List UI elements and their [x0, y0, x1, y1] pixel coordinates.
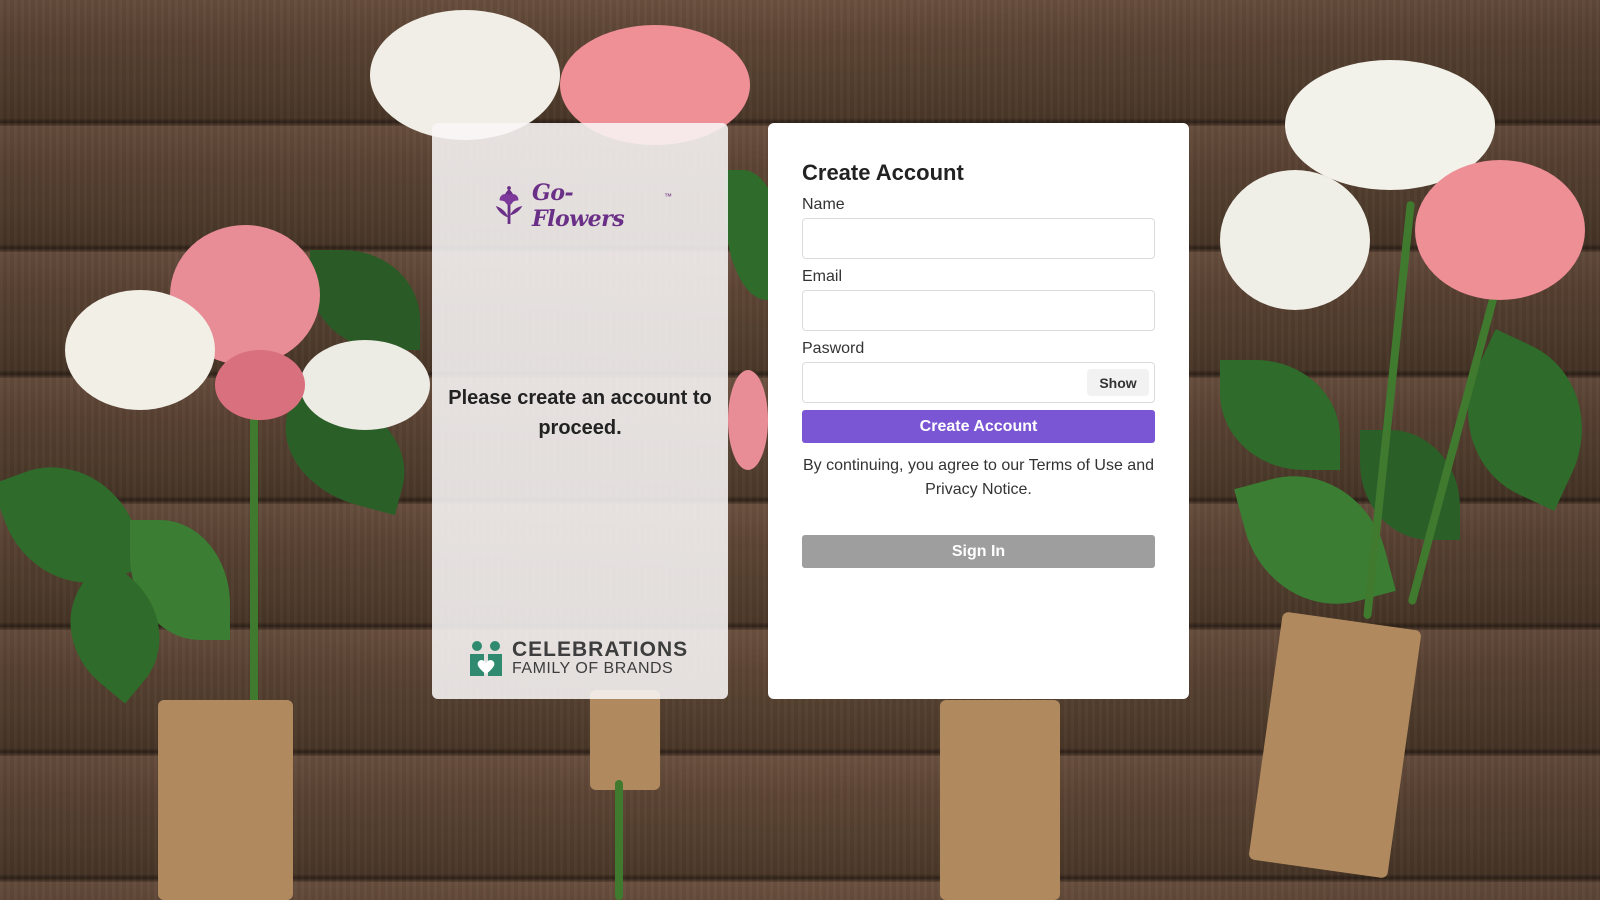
email-input[interactable]: [802, 290, 1155, 331]
family-heart-icon: [470, 641, 502, 676]
account-prompt-message: Please create an account to proceed.: [448, 387, 712, 439]
celebrations-brand-logo: CELEBRATIONS FAMILY OF BRANDS: [468, 638, 698, 680]
create-account-button[interactable]: Create Account: [802, 410, 1155, 443]
password-label: Pasword: [802, 340, 865, 357]
brand-subtitle: FAMILY OF BRANDS: [512, 660, 674, 677]
trademark-symbol: ™: [664, 191, 672, 201]
form-title: Create Account: [802, 160, 964, 185]
go-flowers-logo: Go-Flowers ™: [492, 180, 672, 232]
sign-in-button[interactable]: Sign In: [802, 535, 1155, 568]
name-input[interactable]: [802, 218, 1155, 259]
brand-text: CELEBRATIONS FAMILY OF BRANDS: [512, 638, 689, 678]
terms-notice: By continuing, you agree to our Terms of…: [802, 457, 1154, 498]
name-label: Name: [802, 196, 845, 213]
brand-name: CELEBRATIONS: [512, 638, 689, 661]
tulip-icon: [495, 186, 523, 224]
password-field-wrapper: Show: [802, 362, 1155, 403]
show-password-button[interactable]: Show: [1087, 369, 1149, 396]
create-account-form: Create Account Name Email Pasword Show C…: [768, 123, 1189, 699]
email-label: Email: [802, 268, 843, 285]
logo-text: Go-Flowers: [532, 180, 625, 232]
welcome-panel: Go-Flowers ™ Please create an account to…: [432, 123, 728, 699]
